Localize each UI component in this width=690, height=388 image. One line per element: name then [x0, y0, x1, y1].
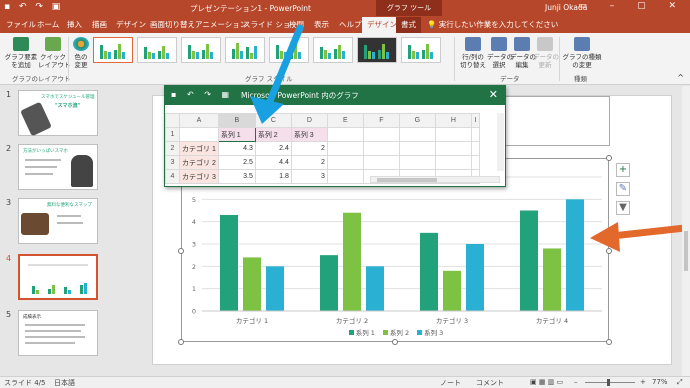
zoom-out-icon[interactable]: –	[574, 378, 578, 386]
orange-arrow-icon	[590, 222, 689, 252]
zoom-in-icon[interactable]: +	[640, 378, 646, 386]
scroll-thumb[interactable]	[684, 231, 688, 271]
zoom-level[interactable]: 77%	[652, 378, 668, 386]
comments-button[interactable]: コメント	[476, 378, 504, 388]
zoom-slider[interactable]	[585, 382, 635, 383]
annotation-overlay	[250, 24, 689, 252]
notes-button[interactable]: ノート	[440, 378, 461, 388]
slide-counter: スライド 4/5	[4, 379, 46, 387]
blue-arrow-icon	[250, 24, 304, 124]
zoom-slider-thumb[interactable]	[607, 379, 610, 386]
slide-vertical-scrollbar[interactable]	[682, 86, 690, 376]
status-bar: スライド 4/5 日本語 ノート コメント ▣ ▦ ▥ ▭ – + 77% ⤢	[0, 376, 690, 388]
language-indicator[interactable]: 日本語	[54, 378, 75, 388]
view-buttons[interactable]: ▣ ▦ ▥ ▭	[530, 378, 563, 386]
fit-slide-icon[interactable]: ⤢	[677, 378, 683, 387]
